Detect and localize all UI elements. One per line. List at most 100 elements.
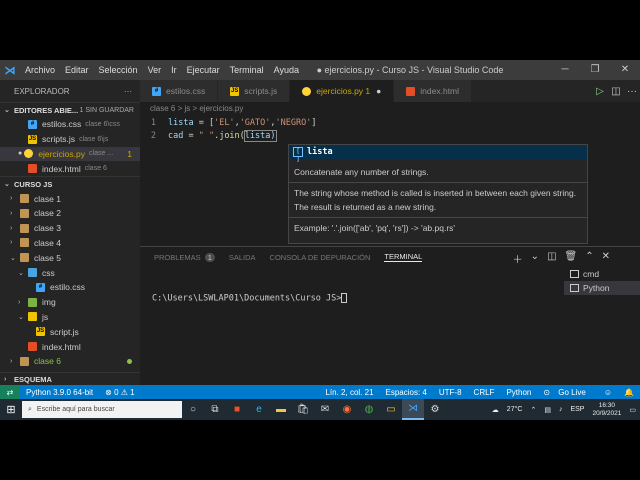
editor-tabs: # estilos.css JS scripts.js ejercicios.py … <box>140 80 640 102</box>
tree-folder[interactable]: › img <box>0 295 140 310</box>
edge-icon[interactable]: e <box>248 399 270 420</box>
tree-file[interactable]: index.html <box>0 339 140 354</box>
open-editor-item-active[interactable]: ● ejercicios.py clase ... 1 <box>0 146 140 162</box>
tree-folder[interactable]: › clase 4 <box>0 236 140 251</box>
taskbar-search[interactable]: ⌕ Escribe aquí para buscar <box>22 401 182 418</box>
remote-icon[interactable]: ⇄ <box>0 385 20 399</box>
weather-icon[interactable]: ☁ <box>492 406 499 414</box>
workspace-section[interactable]: ⌄ CURSO JS <box>0 176 140 191</box>
maximize-panel-icon[interactable]: ⌃ <box>585 251 593 266</box>
tree-folder[interactable]: ⌄ js <box>0 310 140 325</box>
tree-folder[interactable]: › clase 1 <box>0 191 140 206</box>
store-icon[interactable]: 🛍 <box>292 399 314 420</box>
outline-section[interactable]: › ESQUEMA <box>0 372 140 385</box>
suggestion-item[interactable]: [ ] lista <box>289 145 587 163</box>
python-interpreter[interactable]: Python 3.9.0 64-bit <box>26 388 93 397</box>
open-editors-section[interactable]: ⌄ EDITORES ABIE... 1 SIN GUARDAR <box>0 102 140 117</box>
chevron-right-icon: › <box>10 224 13 232</box>
split-terminal-icon[interactable]: ◫ <box>547 251 556 266</box>
menu-editar[interactable]: Editar <box>60 65 94 75</box>
mail-icon[interactable]: ✉ <box>314 399 336 420</box>
minimize-icon[interactable]: ─ <box>550 60 580 80</box>
open-editor-item[interactable]: JS scripts.js clase 6\js <box>0 132 140 147</box>
notification-center-icon[interactable]: ▭ <box>629 406 636 414</box>
terminal-item-cmd[interactable]: cmd <box>564 267 640 281</box>
cortana-icon[interactable]: ○ <box>182 399 204 420</box>
js-file-icon: JS <box>230 86 240 96</box>
menu-ver[interactable]: Ver <box>143 65 167 75</box>
menu-terminal[interactable]: Terminal <box>225 65 269 75</box>
task-view-icon[interactable]: ⧉ <box>204 399 226 420</box>
trash-icon[interactable]: 🗑 <box>565 251 578 266</box>
file-path: clase 6\js <box>79 135 109 143</box>
chevron-down-icon[interactable]: ⌄ <box>531 251 539 266</box>
feedback-icon[interactable]: ☺ <box>604 388 612 397</box>
more-actions-icon[interactable]: ··· <box>624 86 640 97</box>
menu-ir[interactable]: Ir <box>166 65 182 75</box>
tree-folder[interactable]: ⌄ clase 5 <box>0 250 140 265</box>
open-editor-item[interactable]: index.html clase 6 <box>0 161 140 176</box>
tree-folder[interactable]: › clase 6 <box>0 354 140 369</box>
line-number: 2 <box>150 130 156 141</box>
run-icon[interactable]: ▷ <box>592 86 608 97</box>
volume-icon[interactable]: ♪ <box>559 406 563 413</box>
tree-folder[interactable]: › clase 3 <box>0 221 140 236</box>
temperature[interactable]: 27°C <box>507 406 523 413</box>
menu-ejecutar[interactable]: Ejecutar <box>182 65 225 75</box>
restore-icon[interactable]: ❐ <box>580 60 610 80</box>
network-icon[interactable]: ▤ <box>544 406 551 414</box>
explorer-icon[interactable]: ▭ <box>380 399 402 420</box>
menu-archivo[interactable]: Archivo <box>20 65 60 75</box>
unsaved-dot-icon[interactable]: ● <box>18 150 22 157</box>
chrome-icon[interactable]: ◍ <box>358 399 380 420</box>
tray-chevron-icon[interactable]: ⌃ <box>530 406 536 414</box>
close-icon[interactable]: ✕ <box>610 60 640 80</box>
tree-folder[interactable]: › clase 2 <box>0 206 140 221</box>
windows-start-icon[interactable]: ⊞ <box>0 403 22 416</box>
tab-estilos-css[interactable]: # estilos.css <box>140 80 219 102</box>
terminal-cursor <box>341 293 348 303</box>
html-file-icon <box>28 164 37 174</box>
menu-ayuda[interactable]: Ayuda <box>269 65 304 75</box>
firefox-icon[interactable]: ◉ <box>336 399 358 420</box>
settings-icon[interactable]: ⚙ <box>424 399 446 420</box>
doc-summary: Concatenate any number of strings. <box>294 167 429 177</box>
tree-file[interactable]: # estilo.css <box>0 280 140 295</box>
unsaved-dot-icon[interactable]: ● <box>376 86 381 96</box>
add-terminal-icon[interactable]: ＋ <box>513 251 523 266</box>
close-panel-icon[interactable]: ✕ <box>602 251 610 266</box>
tab-index-html[interactable]: index.html <box>394 80 473 102</box>
tree-folder[interactable]: ⌄ css <box>0 265 140 280</box>
cursor-position[interactable]: Lín. 2, col. 21 <box>325 388 373 397</box>
open-editor-item[interactable]: # estilos.css clase 6\css <box>0 117 140 132</box>
terminal-item-python[interactable]: Python <box>564 281 640 295</box>
file-name: index.html <box>42 341 81 352</box>
tab-problems[interactable]: PROBLEMAS <box>154 253 201 262</box>
vscode-taskbar-icon[interactable]: ⋊ <box>402 399 424 420</box>
input-language[interactable]: ESP <box>570 406 584 413</box>
tab-ejercicios-py[interactable]: ejercicios.py 1 ● <box>290 80 395 102</box>
notifications-icon[interactable]: 🔔 <box>624 388 634 397</box>
tree-file[interactable]: JS script.js <box>0 324 140 339</box>
language-mode[interactable]: Python <box>506 388 531 397</box>
file-path: clase 6 <box>84 165 107 173</box>
more-actions-icon[interactable]: ··· <box>124 87 132 96</box>
go-live-button[interactable]: ⊙ Go Live <box>543 388 592 397</box>
tab-terminal[interactable]: TERMINAL <box>384 252 423 262</box>
file-path: clase 6\css <box>85 120 120 128</box>
breadcrumb[interactable]: clase 6 > js > ejercicios.py <box>150 104 243 113</box>
split-editor-icon[interactable]: ◫ <box>608 86 624 97</box>
tab-scripts-js[interactable]: JS scripts.js <box>218 80 291 102</box>
html-file-icon <box>406 86 416 96</box>
clock[interactable]: 16:30 20/9/2021 <box>592 402 621 418</box>
indentation[interactable]: Espacios: 4 <box>386 388 427 397</box>
problems-indicator[interactable]: ⊗ 0 ⚠ 1 <box>105 388 134 397</box>
terminal-output[interactable]: C:\Users\LSWLAP01\Documents\Curso JS> <box>152 293 348 304</box>
file-explorer-icon[interactable]: ▬ <box>270 399 292 420</box>
tab-output[interactable]: SALIDA <box>229 253 256 262</box>
menu-seleccion[interactable]: Selección <box>94 65 143 75</box>
encoding[interactable]: UTF-8 <box>439 388 462 397</box>
end-of-line[interactable]: CRLF <box>474 388 495 397</box>
people-icon[interactable]: ■ <box>226 399 248 420</box>
tab-debug-console[interactable]: CONSOLA DE DEPURACIÓN <box>270 253 371 262</box>
